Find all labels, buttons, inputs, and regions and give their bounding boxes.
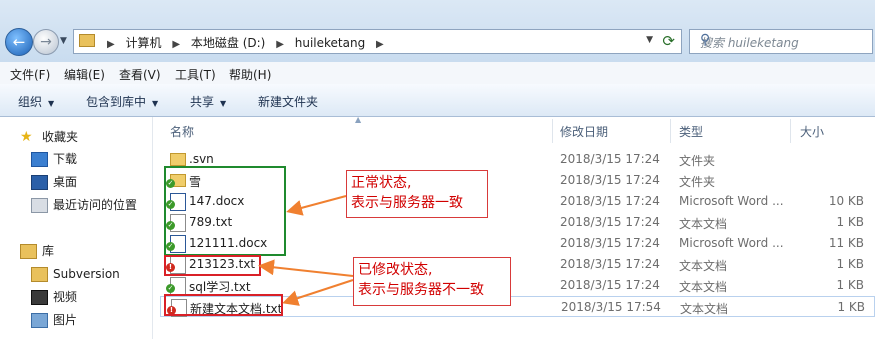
callout-line: 表示与服务器一致 [351,195,463,211]
arrow-to-normal-files [286,195,347,216]
arrow-to-modified-file [282,279,354,306]
callout-line: 正常状态, [351,175,412,191]
modified-status-callout: 已修改状态, 表示与服务器不一致 [353,257,511,306]
callout-line: 已修改状态, [358,262,433,278]
arrow-to-modified-file [258,259,354,277]
callout-line: 表示与服务器不一致 [358,282,484,298]
normal-status-callout: 正常状态, 表示与服务器一致 [346,170,488,218]
